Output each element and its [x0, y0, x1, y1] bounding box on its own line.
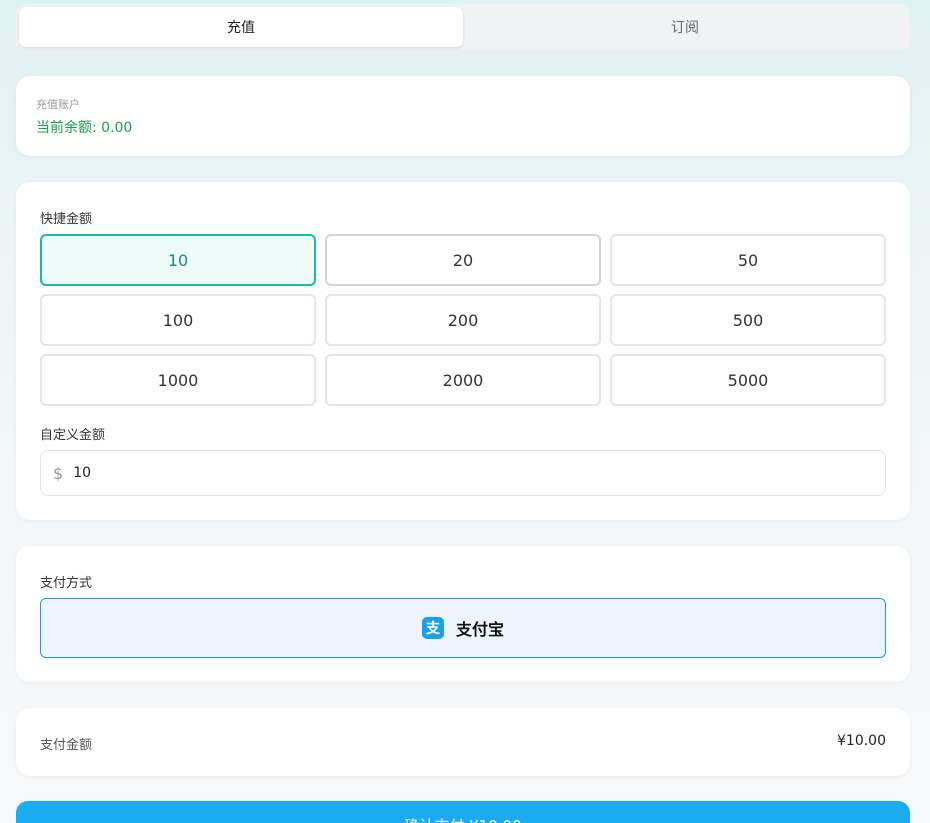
amount-option-5000[interactable]: 5000 — [610, 354, 886, 406]
account-label: 充值账户 — [36, 98, 80, 111]
amount-option-100[interactable]: 100 — [40, 294, 316, 346]
quick-amount-label: 快捷金额 — [40, 212, 93, 227]
custom-amount-label: 自定义金额 — [40, 428, 106, 443]
amount-card: 快捷金额 10 20 50 100 200 500 1000 2000 5000… — [16, 182, 910, 520]
custom-amount-input[interactable]: $ 10 — [40, 450, 886, 496]
amount-option-10[interactable]: 10 — [40, 234, 316, 286]
payment-method-alipay[interactable]: 支 支付宝 — [40, 598, 886, 658]
payment-method-name: 支付宝 — [455, 620, 504, 639]
tab-recharge[interactable]: 充值 — [19, 7, 463, 47]
amount-option-20[interactable]: 20 — [325, 234, 601, 286]
current-balance: 当前余额: 0.00 — [36, 120, 133, 136]
amount-option-500[interactable]: 500 — [610, 294, 886, 346]
tab-bar: 充值 订阅 — [16, 4, 910, 50]
quick-amount-grid: 10 20 50 100 200 500 1000 2000 5000 — [40, 234, 886, 406]
total-card: 支付金额 ¥10.00 — [16, 708, 910, 776]
custom-amount-value[interactable]: 10 — [73, 465, 91, 481]
alipay-icon: 支 — [421, 617, 444, 639]
payment-card: 支付方式 支 支付宝 — [16, 546, 910, 682]
payment-method-label: 支付方式 — [40, 576, 93, 591]
account-card: 充值账户 当前余额: 0.00 — [16, 76, 910, 156]
total-label: 支付金额 — [40, 738, 93, 753]
total-value: ¥10.00 — [837, 733, 886, 749]
confirm-payment-button[interactable]: 确认支付 ¥10.00 — [16, 801, 910, 823]
amount-option-1000[interactable]: 1000 — [40, 354, 316, 406]
currency-symbol: $ — [53, 463, 64, 483]
tab-subscribe[interactable]: 订阅 — [463, 7, 907, 47]
amount-option-50[interactable]: 50 — [610, 234, 886, 286]
amount-option-2000[interactable]: 2000 — [325, 354, 601, 406]
amount-option-200[interactable]: 200 — [325, 294, 601, 346]
